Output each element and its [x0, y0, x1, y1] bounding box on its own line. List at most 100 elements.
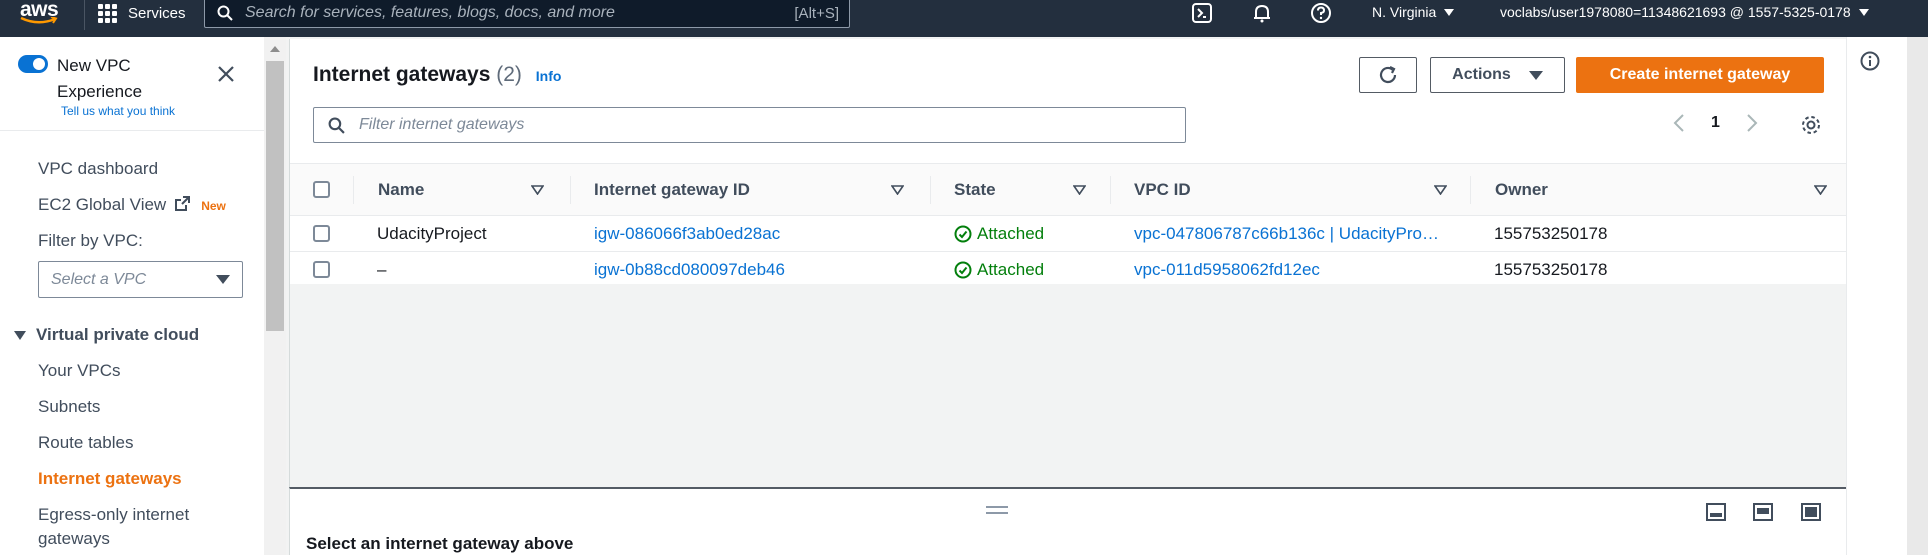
- caret-down-icon: [1528, 70, 1543, 80]
- sidebar: New VPC Experience Tell us what you thin…: [0, 37, 264, 555]
- gateway-count: (2): [496, 63, 522, 86]
- vpc-filter-select[interactable]: Select a VPC: [38, 261, 243, 298]
- search-placeholder: Search for services, features, blogs, do…: [245, 4, 615, 21]
- table-row[interactable]: UdacityProject igw-086066f3ab0ed28ac Att…: [290, 216, 1847, 252]
- region-label: N. Virginia: [1372, 4, 1437, 20]
- create-internet-gateway-button[interactable]: Create internet gateway: [1576, 57, 1824, 93]
- panel-full-icon[interactable]: [1801, 503, 1821, 521]
- feedback-link[interactable]: Tell us what you think: [61, 104, 175, 118]
- nav-divider: [84, 0, 85, 30]
- cell-state: Attached: [954, 224, 1044, 244]
- page-number[interactable]: 1: [1711, 114, 1720, 132]
- chevron-right-icon[interactable]: [1746, 113, 1758, 133]
- actions-button[interactable]: Actions: [1430, 57, 1565, 93]
- caret-down-icon: [216, 275, 230, 284]
- sort-icon[interactable]: [531, 185, 544, 195]
- caret-down-icon: [1444, 8, 1455, 16]
- pagination: 1: [1673, 113, 1758, 133]
- split-panel: Select an internet gateway above: [289, 487, 1846, 555]
- resize-handle-icon[interactable]: [986, 506, 1008, 514]
- cloudshell-icon[interactable]: [1191, 2, 1213, 24]
- internet-gateways-table: Name Internet gateway ID State VPC ID Ow…: [290, 163, 1847, 288]
- search-icon: [217, 5, 233, 21]
- sidebar-item-ec2-global-view[interactable]: EC2 Global View New: [38, 195, 226, 215]
- aws-logo[interactable]: aws: [18, 0, 66, 30]
- sidebar-item-vpc-dashboard[interactable]: VPC dashboard: [38, 159, 158, 179]
- cell-name: UdacityProject: [377, 224, 487, 243]
- services-menu-button[interactable]: Services: [98, 0, 186, 27]
- info-link[interactable]: Info: [536, 68, 562, 84]
- section-virtual-private-cloud[interactable]: Virtual private cloud: [14, 325, 199, 345]
- select-all-checkbox[interactable]: [313, 181, 330, 198]
- sidebar-scrollbar[interactable]: [264, 37, 286, 555]
- external-link-icon: [175, 196, 191, 211]
- filter-placeholder: Filter internet gateways: [359, 116, 525, 133]
- sidebar-item-route-tables[interactable]: Route tables: [38, 433, 133, 453]
- sort-icon[interactable]: [1073, 185, 1086, 195]
- caret-down-icon: [14, 330, 26, 340]
- filter-by-vpc-label: Filter by VPC:: [38, 231, 143, 250]
- sort-icon[interactable]: [1814, 185, 1827, 195]
- column-header-internet-gateway-id[interactable]: Internet gateway ID: [594, 180, 750, 200]
- new-badge: New: [201, 199, 226, 213]
- account-label: voclabs/user1978080=11348621693 @ 1557-5…: [1500, 4, 1851, 20]
- cell-igw-id-link[interactable]: igw-086066f3ab0ed28ac: [594, 224, 780, 244]
- chevron-left-icon[interactable]: [1673, 113, 1685, 133]
- filter-input[interactable]: Filter internet gateways: [313, 107, 1186, 143]
- page-title-text: Internet gateways: [313, 63, 491, 86]
- column-divider: [570, 176, 571, 204]
- actions-label: Actions: [1452, 66, 1511, 83]
- search-input[interactable]: Search for services, features, blogs, do…: [204, 0, 850, 28]
- bell-icon[interactable]: [1251, 2, 1273, 24]
- sidebar-item-subnets[interactable]: Subnets: [38, 397, 100, 417]
- info-icon[interactable]: [1860, 51, 1880, 71]
- account-menu[interactable]: voclabs/user1978080=11348621693 @ 1557-5…: [1500, 4, 1869, 20]
- cell-igw-id-link[interactable]: igw-0b88cd080097deb46: [594, 260, 785, 280]
- row-checkbox[interactable]: [313, 261, 330, 278]
- state-label: Attached: [977, 224, 1045, 243]
- sidebar-item-your-vpcs[interactable]: Your VPCs: [38, 361, 121, 381]
- ec2-global-view-label: EC2 Global View: [38, 195, 167, 214]
- cell-owner: 155753250178: [1494, 224, 1608, 243]
- caret-down-icon: [1858, 8, 1869, 16]
- column-divider: [930, 176, 931, 204]
- sidebar-item-egress-only-internet-gateways[interactable]: Egress-only internet gateways: [38, 505, 189, 549]
- new-vpc-experience-toggle[interactable]: [18, 55, 48, 73]
- egress-line-2: gateways: [38, 529, 110, 548]
- page-scrollbar[interactable]: [1907, 37, 1928, 555]
- search-icon: [328, 117, 345, 134]
- section-title: Virtual private cloud: [36, 325, 200, 344]
- split-panel-title: Select an internet gateway above: [306, 534, 574, 553]
- new-vpc-experience-label: New VPC Experience: [57, 56, 143, 101]
- column-divider: [353, 176, 354, 204]
- sidebar-item-internet-gateways[interactable]: Internet gateways: [38, 469, 182, 489]
- cell-vpc-id-link[interactable]: vpc-011d5958062fd12ec: [1134, 260, 1320, 280]
- scroll-up-arrow-icon[interactable]: [270, 46, 280, 52]
- sort-icon[interactable]: [1434, 185, 1447, 195]
- sort-icon[interactable]: [891, 185, 904, 195]
- top-navigation: aws Services Search for services, featur…: [0, 0, 1928, 37]
- column-header-state[interactable]: State: [954, 180, 996, 200]
- close-icon[interactable]: [216, 64, 236, 84]
- column-divider: [1110, 176, 1111, 204]
- column-header-name[interactable]: Name: [378, 180, 424, 200]
- help-panel-rail: [1846, 37, 1928, 555]
- help-icon[interactable]: [1310, 2, 1332, 24]
- panel-bottom-icon[interactable]: [1706, 503, 1726, 521]
- panel-side-icon[interactable]: [1753, 503, 1773, 521]
- vpc-select-placeholder: Select a VPC: [51, 270, 147, 288]
- gear-icon[interactable]: [1800, 114, 1822, 136]
- region-selector[interactable]: N. Virginia: [1372, 4, 1455, 20]
- table-header: Name Internet gateway ID State VPC ID Ow…: [290, 163, 1847, 216]
- search-shortcut: [Alt+S]: [794, 4, 839, 22]
- sidebar-scroll-thumb[interactable]: [266, 61, 284, 331]
- cell-owner: 155753250178: [1494, 260, 1608, 279]
- sidebar-divider: [0, 130, 264, 131]
- table-row[interactable]: – igw-0b88cd080097deb46 Attached vpc-011…: [290, 252, 1847, 288]
- row-checkbox[interactable]: [313, 225, 330, 242]
- egress-line-1: Egress-only internet: [38, 505, 190, 524]
- cell-vpc-id-link[interactable]: vpc-047806787c66b136c | UdacityPro…: [1134, 224, 1439, 244]
- refresh-button[interactable]: [1359, 57, 1417, 93]
- column-header-vpc-id[interactable]: VPC ID: [1134, 180, 1191, 200]
- column-header-owner[interactable]: Owner: [1495, 180, 1548, 200]
